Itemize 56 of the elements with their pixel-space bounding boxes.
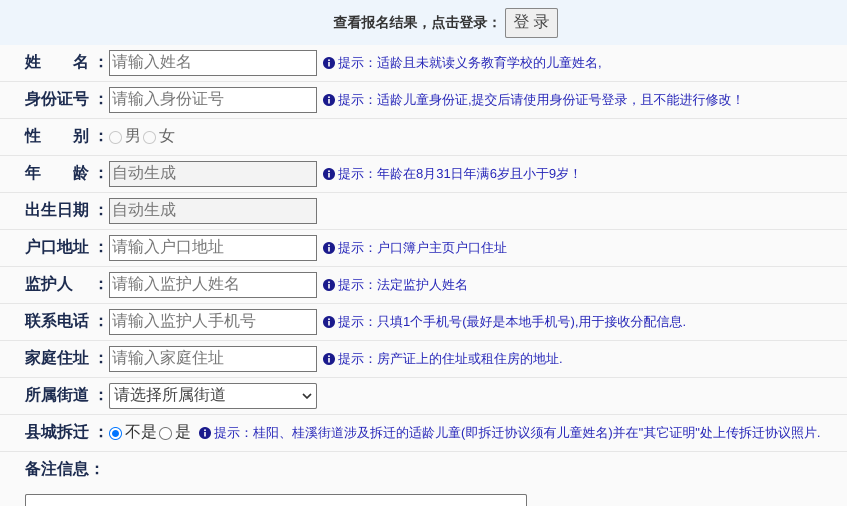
label-colon: ： [93, 201, 109, 221]
label-colon: ： [89, 460, 105, 480]
field-label: 户口地址 [25, 237, 90, 258]
info-icon [323, 353, 335, 365]
field-label: 身份证号 [25, 90, 90, 110]
field-label: 年 龄 [25, 164, 90, 184]
label-colon: ： [93, 423, 109, 443]
label-colon: ： [93, 238, 109, 258]
field-label: 备注信息 [25, 459, 89, 480]
text-input[interactable]: 请输入姓名 [109, 50, 317, 76]
info-icon [323, 57, 335, 69]
field-label: 性 别 [25, 126, 90, 147]
hint-text: 提示：适龄儿童身份证,提交后请使用身份证号登录，且不能进行修改！ [338, 91, 745, 110]
info-icon [323, 168, 335, 180]
text-input[interactable]: 请输入户口地址 [109, 235, 317, 261]
text-input[interactable]: 请输入监护人姓名 [109, 272, 317, 298]
field-label: 联系电话 [25, 311, 90, 332]
label-colon: ： [93, 127, 109, 147]
info-icon [323, 242, 335, 254]
text-input[interactable]: 请输入监护人手机号 [109, 309, 317, 335]
info-icon [199, 427, 211, 439]
field-label: 监护人 [25, 274, 74, 295]
field-label: 家庭住址 [25, 348, 90, 369]
field-label: 所属街道 [25, 386, 90, 406]
hint-text: 提示：户口簿户主页户口住址 [338, 239, 507, 258]
hint-text: 提示：房产证上的住址或租住房的地址. [338, 350, 563, 368]
label-colon: ： [93, 275, 109, 295]
field-label: 出生日期 [25, 200, 90, 221]
text-input[interactable]: 请输入身份证号 [109, 87, 317, 113]
info-icon [323, 279, 335, 291]
radio-label: 是 [175, 423, 191, 443]
login-button[interactable]: 登 录 [505, 8, 558, 38]
label-colon: ： [93, 53, 109, 73]
info-icon [323, 316, 335, 328]
radio-label: 不是 [125, 423, 157, 443]
hint-text: 提示：只填1个手机号(最好是本地手机号),用于接收分配信息. [338, 313, 686, 332]
text-input[interactable]: 请输入家庭住址 [109, 346, 317, 372]
label-colon: ： [93, 164, 109, 184]
field-label: 县城拆迁 [25, 422, 90, 443]
radio-button[interactable] [159, 426, 172, 440]
hint-text: 提示：适龄且未就读义务教育学校的儿童姓名, [338, 54, 602, 72]
header-text: 查看报名结果，点击登录： [333, 13, 502, 32]
info-icon [323, 94, 335, 106]
hint-text: 提示：桂阳、桂溪街道涉及拆迁的适龄儿童(即拆迁协议须有儿童姓名)并在"其它证明"处上传拆迁协议照片. [214, 424, 820, 442]
label-colon: ： [93, 386, 109, 406]
hint-text: 提示：年龄在8月31日年满6岁且小于9岁！ [338, 165, 582, 184]
radio-label: 女 [159, 127, 175, 147]
radio-label: 男 [125, 127, 141, 147]
label-colon: ： [93, 349, 109, 369]
label-colon: ： [93, 90, 109, 110]
radio-button[interactable] [109, 426, 122, 440]
hint-text: 提示：法定监护人姓名 [338, 276, 468, 294]
label-colon: ： [93, 312, 109, 332]
chevron-down-icon [302, 393, 312, 399]
field-label: 姓 名 [25, 52, 90, 73]
street-select[interactable]: 请选择所属街道 [109, 383, 317, 409]
